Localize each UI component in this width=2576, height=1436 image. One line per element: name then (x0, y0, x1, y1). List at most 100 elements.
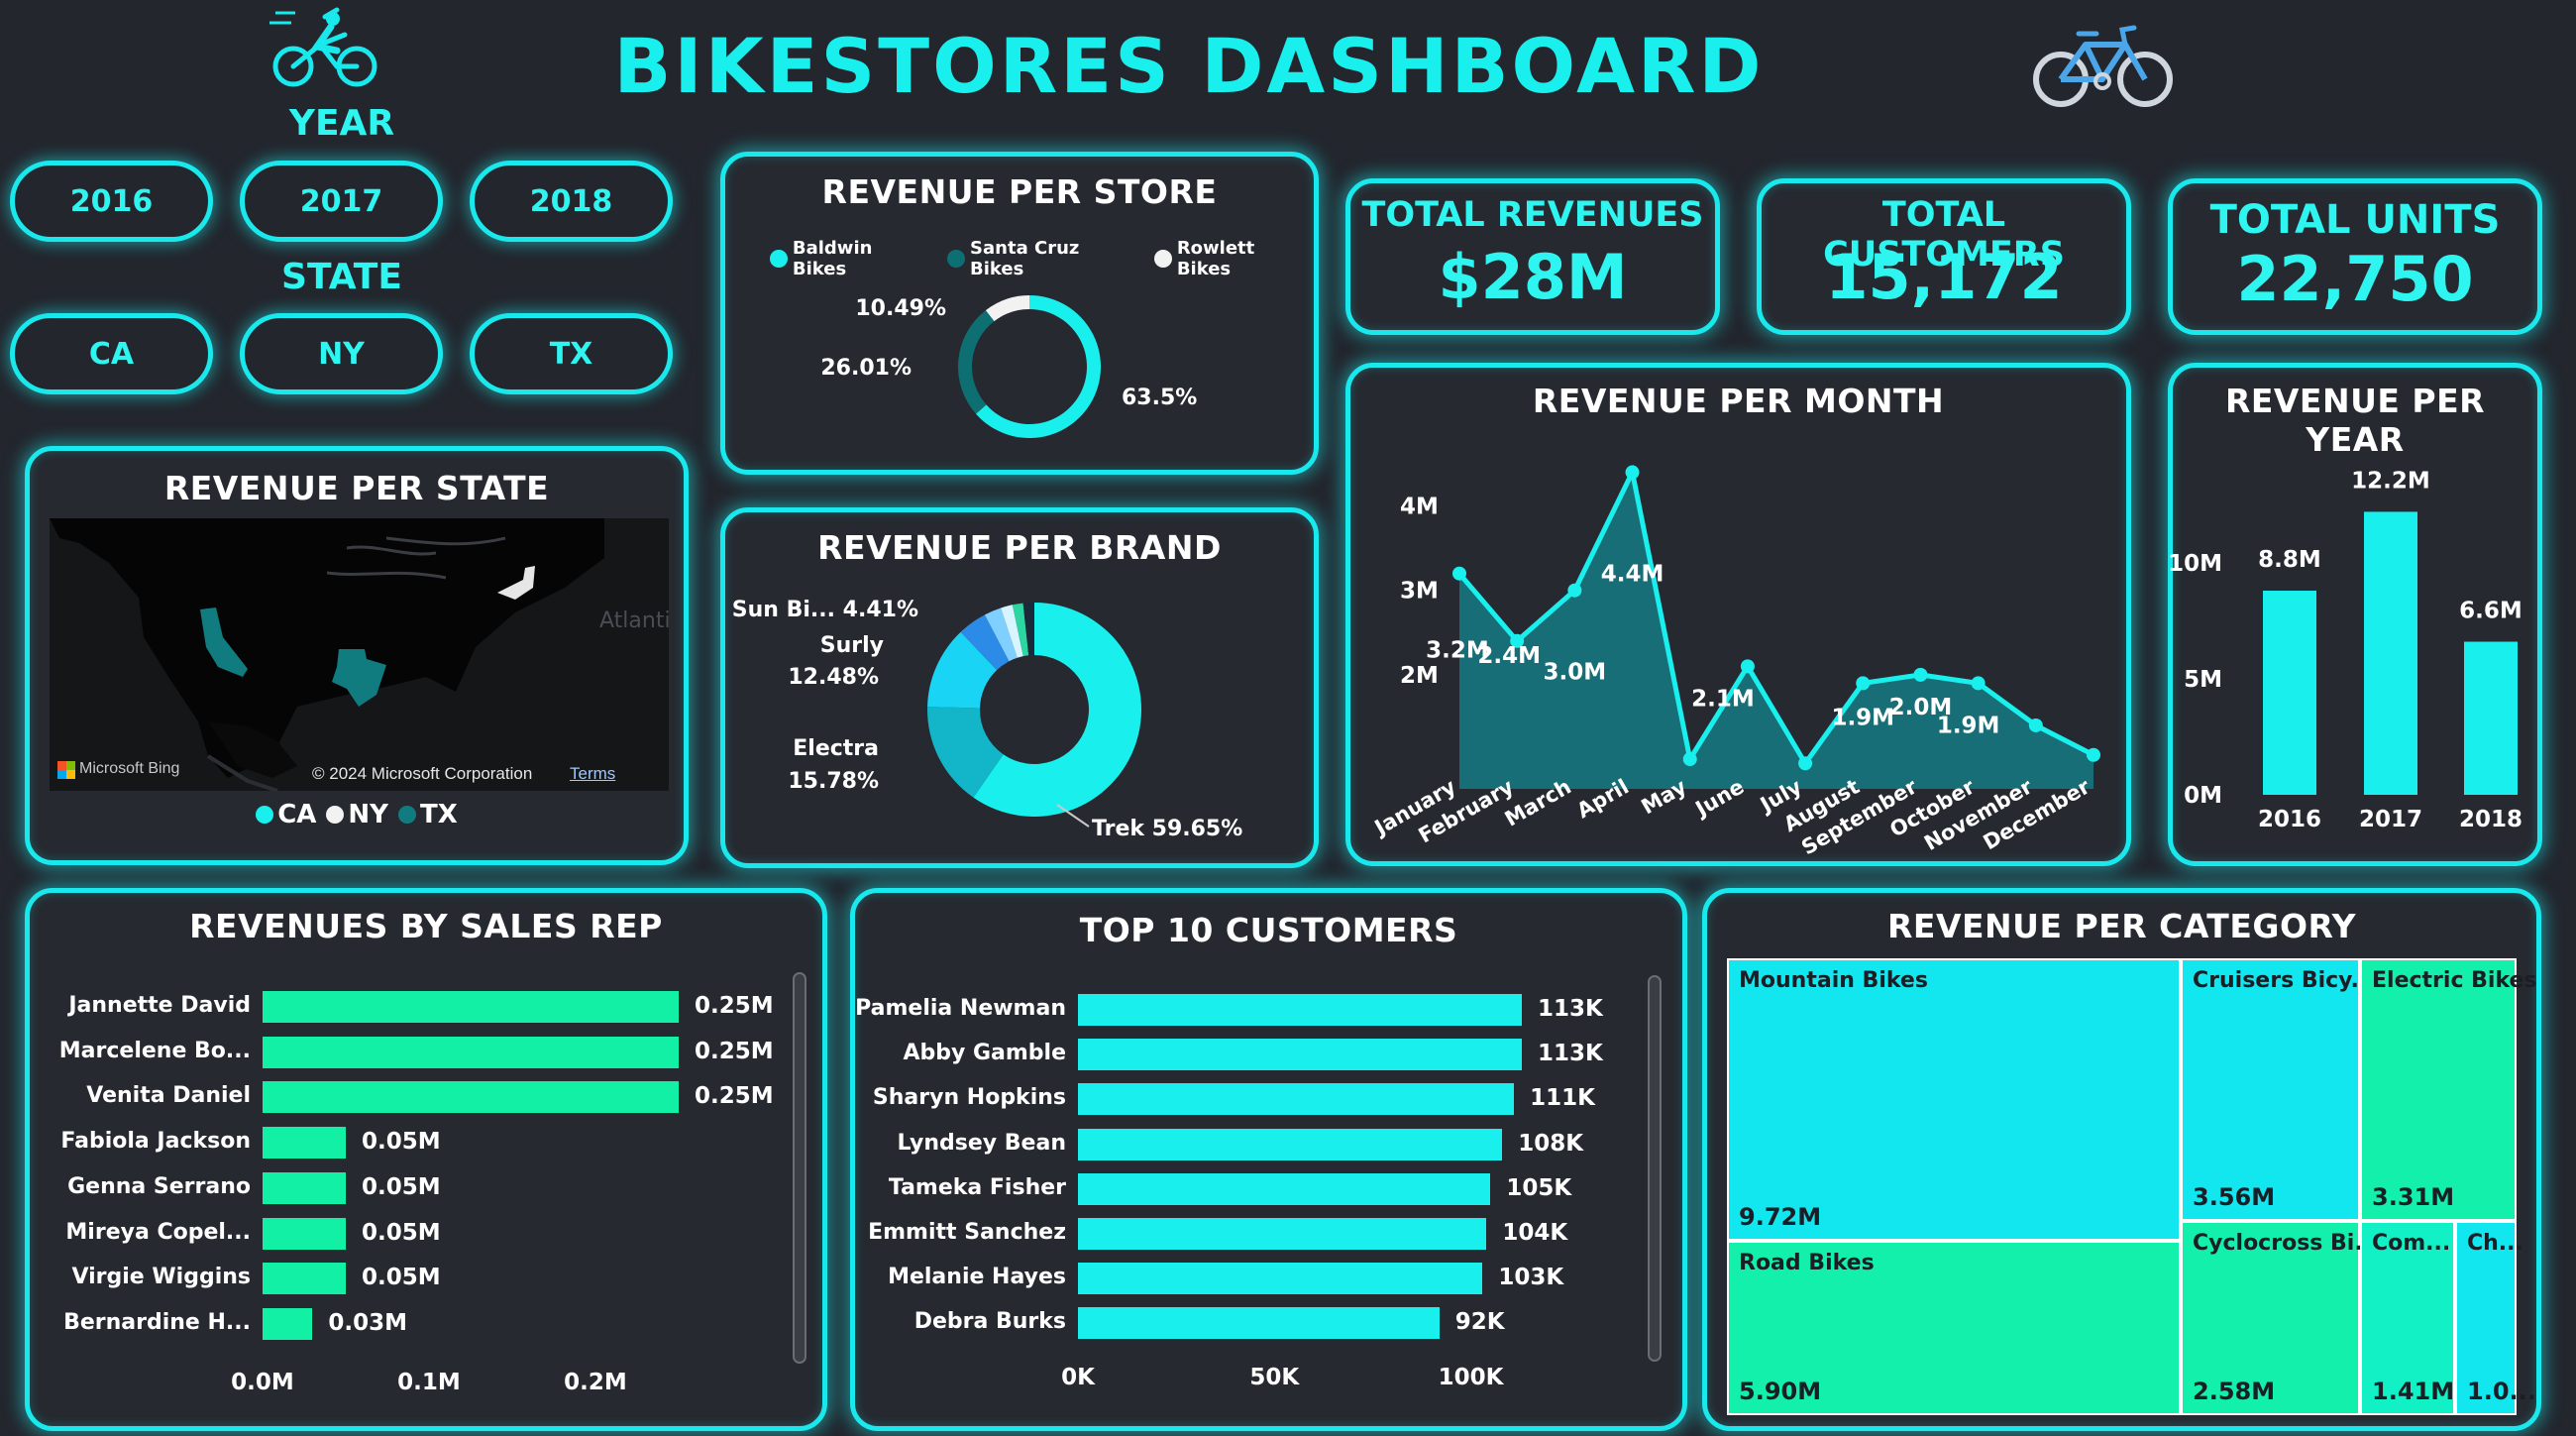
bing-logo-icon (57, 761, 75, 779)
total-revenues-label: TOTAL REVENUES (1361, 195, 1704, 235)
month-point-11[interactable] (2087, 747, 2100, 762)
customer-data-label-2: 111K (1530, 1085, 1595, 1112)
month-data-label-1: 2.4M (1477, 643, 1541, 669)
sales-rep-scrollbar[interactable] (793, 972, 806, 1364)
sales-rep-bar-1[interactable] (263, 1036, 679, 1068)
month-point-6[interactable] (1798, 756, 1813, 771)
revenue-per-state-title: REVENUE PER STATE (163, 469, 550, 507)
month-point-7[interactable] (1856, 676, 1871, 691)
year-x-tick-2: 2018 (2459, 807, 2522, 832)
map-terms-link[interactable]: Terms (570, 764, 615, 784)
month-point-5[interactable] (1740, 659, 1755, 674)
legend-label-ca: CA (277, 800, 317, 829)
customer-bar-6[interactable] (1078, 1263, 1483, 1295)
brand-donut-chart[interactable]: Sun Bi... 4.41% Surly 12.48% Electra 15.78% T… (720, 507, 1319, 868)
year-y-tick-2: 10M (2168, 551, 2222, 577)
state-ca-button[interactable]: CA (10, 313, 213, 394)
customer-bar-1[interactable] (1078, 1039, 1523, 1071)
tile-cruisers[interactable]: Cruisers Bicy... 3.56M (2181, 958, 2376, 1221)
customer-label-6: Melanie Hayes (888, 1265, 1066, 1290)
tile-cyclocross[interactable]: Cyclocross Bi... 2.58M (2181, 1221, 2379, 1415)
customer-bar-4[interactable] (1078, 1172, 1491, 1205)
state-tx-button[interactable]: TX (470, 313, 673, 394)
state-ny-button[interactable]: NY (240, 313, 443, 394)
tile-mountain-bikes[interactable]: Mountain Bikes 9.72M (1727, 958, 2181, 1241)
year-2018-button[interactable]: 2018 (470, 161, 673, 242)
customer-bar-3[interactable] (1078, 1128, 1503, 1160)
map-watermark: Microsoft Bing (79, 760, 180, 777)
year-2016-button[interactable]: 2016 (10, 161, 213, 242)
month-y-tick-1: 3M (1400, 579, 1439, 605)
year-x-tick-0: 2016 (2258, 807, 2321, 832)
month-point-9[interactable] (1971, 676, 1986, 691)
tile-value: 2.58M (2193, 1378, 2276, 1405)
revenue-per-month-chart[interactable]: 2M3M4M3.2M2.4M3.0M4.4M2.1M1.9M2.0M1.9MJa… (1345, 363, 2131, 866)
year-data-label-0: 8.8M (2258, 547, 2321, 573)
store-slice-1[interactable] (957, 310, 995, 414)
month-point-10[interactable] (2028, 718, 2043, 732)
brand-data-label-0: Sun Bi... 4.41% (732, 598, 918, 622)
month-point-2[interactable] (1567, 583, 1582, 598)
sales-rep-data-label-3: 0.05M (362, 1129, 441, 1156)
tile-label: Road Bikes (1739, 1251, 1875, 1275)
store-donut-chart[interactable]: 63.5% 26.01% 10.49% (720, 152, 1319, 475)
sales-rep-bar-5[interactable] (263, 1217, 346, 1250)
sales-rep-label-7: Bernardine H... (63, 1309, 251, 1335)
tile-comfort[interactable]: Com... 1.41M (2360, 1221, 2455, 1415)
state-map[interactable]: Atlanti Microsoft Bing © 2024 Microsoft … (50, 518, 669, 791)
sales-rep-bar-0[interactable] (263, 991, 679, 1023)
map-copyright: © 2024 Microsoft Corporation (312, 764, 533, 783)
tile-children[interactable]: Ch... 1.0... (2455, 1221, 2536, 1415)
customer-bar-0[interactable] (1078, 994, 1523, 1026)
sales-rep-bar-6[interactable] (263, 1263, 346, 1295)
sales-rep-data-label-1: 0.25M (695, 1038, 774, 1064)
month-area (1459, 472, 2093, 789)
tile-value: 5.90M (1739, 1378, 1822, 1405)
customer-x-tick-1: 50K (1249, 1365, 1300, 1390)
year-y-tick-0: 0M (2184, 783, 2222, 809)
month-point-8[interactable] (1913, 667, 1928, 682)
store-data-label-0: 63.5% (1122, 386, 1197, 410)
sales-rep-bar-4[interactable] (263, 1171, 346, 1204)
tile-electric-bikes[interactable]: Electric Bikes 3.31M (2360, 958, 2537, 1221)
category-treemap[interactable]: Mountain Bikes 9.72M Road Bikes 5.90M Cr… (1727, 958, 2537, 1415)
total-units-value: 22,750 (2236, 243, 2474, 315)
total-units-card: TOTAL UNITS 22,750 (2168, 178, 2542, 335)
top-customers-bar-chart[interactable]: Pamelia Newman 113K Abby Gamble 113K Sharyn … (855, 893, 1692, 1436)
month-point-4[interactable] (1682, 752, 1697, 766)
customer-data-label-5: 104K (1502, 1220, 1568, 1246)
sales-rep-label-0: Jannette David (68, 993, 251, 1018)
year-bar-2[interactable] (2464, 641, 2518, 795)
brand-data-label-trek: Trek 59.65% (1092, 817, 1242, 841)
sales-rep-bar-7[interactable] (263, 1307, 313, 1340)
customer-bar-2[interactable] (1078, 1083, 1515, 1116)
year-2017-button[interactable]: 2017 (240, 161, 443, 242)
sales-rep-data-label-0: 0.25M (695, 993, 774, 1019)
customer-bar-7[interactable] (1078, 1307, 1440, 1340)
revenue-per-brand-panel: REVENUE PER BRAND Sun Bi... 4.41% Surly 12… (720, 507, 1319, 868)
month-point-0[interactable] (1452, 566, 1466, 581)
revenue-per-month-panel: REVENUE PER MONTH 2M 3M 4M 3.2M 2.4M 3.0M 4.4M… (1345, 363, 2131, 866)
tile-value: 9.72M (1739, 1203, 1822, 1231)
year-bar-0[interactable] (2263, 591, 2316, 795)
store-slice-2[interactable] (985, 295, 1029, 322)
sales-rep-x-tick-1: 0.1M (397, 1370, 461, 1395)
tile-road-bikes[interactable]: Road Bikes 5.90M (1727, 1241, 2181, 1415)
customer-data-label-6: 103K (1498, 1265, 1564, 1291)
tile-value: 1.41M (2372, 1378, 2455, 1405)
customer-bar-5[interactable] (1078, 1218, 1487, 1250)
customer-label-4: Tameka Fisher (888, 1174, 1066, 1200)
sales-rep-bar-3[interactable] (263, 1127, 346, 1160)
year-bar-1[interactable] (2364, 511, 2417, 795)
state-filter-label: STATE (281, 257, 402, 297)
sales-rep-bar-chart[interactable]: Jannette David 0.25M Marcelene Bo... 0.25M V… (30, 893, 832, 1436)
revenue-per-year-chart[interactable]: 0M 5M 10M 8.8M 2016 12.2M 2017 6.6M 2018 (2168, 363, 2542, 866)
top-customers-scrollbar[interactable] (1648, 975, 1662, 1362)
sales-rep-bar-2[interactable] (263, 1081, 679, 1114)
sales-rep-data-label-7: 0.03M (328, 1309, 408, 1336)
tile-label: Com... (2372, 1231, 2451, 1256)
month-point-3[interactable] (1625, 465, 1640, 480)
brand-data-label-1: Surly (820, 633, 884, 658)
customer-label-5: Emmitt Sanchez (868, 1220, 1066, 1245)
revenue-per-store-panel: REVENUE PER STORE Baldwin Bikes Santa Cr… (720, 152, 1319, 475)
